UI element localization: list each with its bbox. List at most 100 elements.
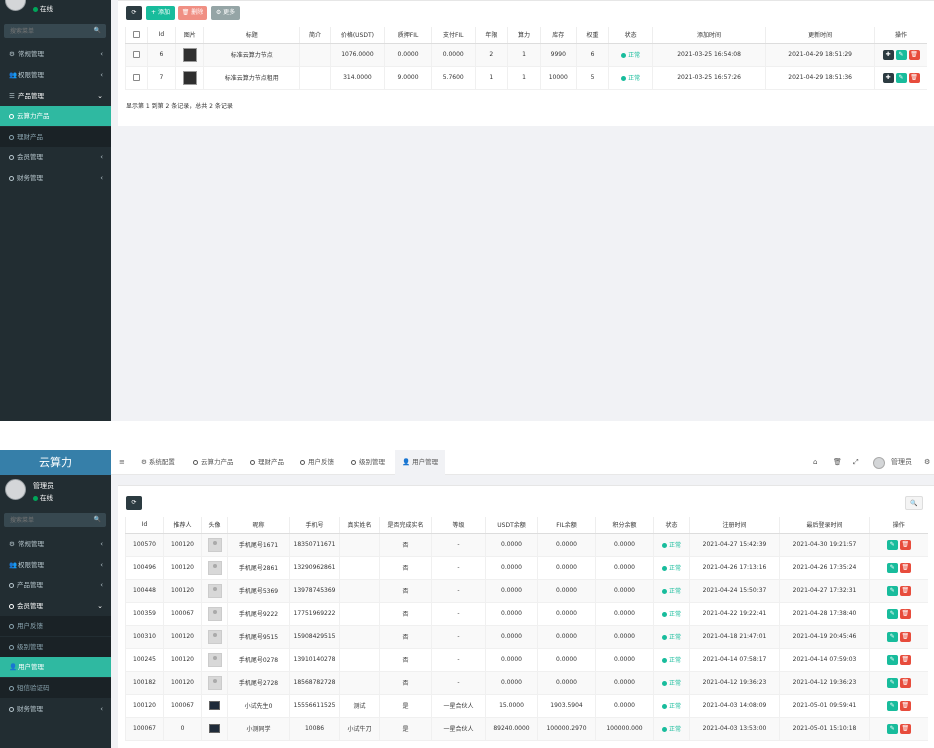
menu-product[interactable]: ☰ 产品管理 ⌄ <box>0 86 111 106</box>
select-all-checkbox[interactable] <box>125 27 148 44</box>
checkbox[interactable] <box>132 51 140 58</box>
user-avatar[interactable] <box>207 629 222 644</box>
app-logo[interactable]: 云算力 <box>0 450 111 475</box>
edit-icon[interactable]: ✎ <box>886 654 898 665</box>
add-button[interactable]: + 添加 <box>146 6 175 20</box>
trash-icon[interactable]: 🗑 <box>899 608 911 619</box>
cell-level: - <box>431 648 486 672</box>
cell-last: 2021-04-26 17:35:24 <box>779 556 870 580</box>
user-avatar[interactable] <box>207 652 222 667</box>
edit-icon[interactable]: ✎ <box>886 723 898 734</box>
table-row[interactable]: 100310 100120 手机尾号9515 15908429515 否 -0.0000 0… <box>125 625 928 649</box>
product-thumbnail[interactable] <box>182 47 197 62</box>
menu-permission[interactable]: 👥权限管理 ‹ <box>0 555 111 575</box>
user-avatar[interactable] <box>207 560 222 575</box>
user-avatar[interactable] <box>209 724 220 733</box>
move-icon[interactable]: ✚ <box>882 49 894 60</box>
product-thumbnail[interactable] <box>182 70 197 85</box>
menu-product[interactable]: 产品管理 ‹ <box>0 575 111 595</box>
table-row[interactable]: 100120 100067 小试先生0 15556611525 测试是一星合伙人 15.0… <box>125 694 928 718</box>
chevron-left-icon: ‹ <box>100 561 103 569</box>
table-row[interactable]: 100359 100067 手机尾号9222 17751969222 否 -0.0000 0… <box>125 602 928 626</box>
trash-icon[interactable]: 🗑 <box>899 585 911 596</box>
cell-phone: 15556611525 <box>289 694 340 718</box>
menu-users[interactable]: 👤用户管理 <box>0 657 111 677</box>
menu-general[interactable]: ⚙ 常规管理 ‹ <box>0 534 111 554</box>
edit-icon[interactable]: ✎ <box>895 49 907 60</box>
trash-icon[interactable]: 🗑 <box>899 700 911 711</box>
table-row[interactable]: 100182 100120 手机尾号2728 18568782728 否 -0.0000 0… <box>125 671 928 695</box>
cell-nick: 手机尾号0278 <box>227 648 290 672</box>
menu-feedback[interactable]: 用户反馈 <box>0 616 111 636</box>
edit-icon[interactable]: ✎ <box>886 585 898 596</box>
refresh-button[interactable]: ⟳ <box>126 6 142 20</box>
search-toggle-button[interactable]: 🔍 <box>905 496 923 510</box>
menu-search[interactable]: 🔍 <box>4 24 106 38</box>
menu-general[interactable]: ⚙ 常规管理 ‹ <box>0 44 111 64</box>
trash-icon[interactable]: 🗑 <box>908 72 920 83</box>
table-row[interactable]: 6 标准云算力节点 1076.0000 0.0000 0.0000 2 1 99… <box>125 43 927 67</box>
cell-phone: 13978745369 <box>289 579 340 603</box>
trash-icon[interactable]: 🗑 <box>899 654 911 665</box>
cell-fil: 0.0000 <box>537 556 596 580</box>
table-row[interactable]: 100245 100120 手机尾号0278 13910140278 否 -0.0000 0… <box>125 648 928 672</box>
trash-icon[interactable]: 🗑 <box>908 49 920 60</box>
user-table-body: 100570 100120 手机尾号1671 18350711671 否 -0.0000 0… <box>125 533 928 741</box>
column-header: 年限 <box>474 27 508 44</box>
cell-verified: 否 <box>379 556 432 580</box>
cell-last: 2021-04-28 17:38:40 <box>779 602 870 626</box>
trash-icon[interactable]: 🗑 <box>899 631 911 642</box>
table-row[interactable]: 100570 100120 手机尾号1671 18350711671 否 -0.0000 0… <box>125 533 928 557</box>
table-row[interactable]: 100448 100120 手机尾号5369 13978745369 否 -0.0000 0… <box>125 579 928 603</box>
table-row[interactable]: 100496 100120 手机尾号2861 13290962861 否 -0.0000 0… <box>125 556 928 580</box>
menu-search-input[interactable] <box>4 24 106 38</box>
edit-icon[interactable]: ✎ <box>886 562 898 573</box>
menu-sms[interactable]: 短信验证码 <box>0 678 111 698</box>
edit-icon[interactable]: ✎ <box>886 677 898 688</box>
trash-icon[interactable]: 🗑 <box>899 539 911 550</box>
cell-title: 标准云算力节点租用 <box>203 66 300 90</box>
column-header[interactable]: Id <box>125 517 164 534</box>
trash-icon[interactable]: 🗑 <box>899 723 911 734</box>
menu-finance[interactable]: 财务管理 ‹ <box>0 699 111 719</box>
row-checkbox-cell[interactable] <box>125 66 148 90</box>
user-avatar[interactable] <box>207 606 222 621</box>
table-row[interactable]: 100067 0 小测同学 10086 小试牛刀是一星合伙人 89240.0000 1000… <box>125 717 928 741</box>
status-dot-icon <box>661 543 667 548</box>
cell-avatar <box>201 625 228 649</box>
menu-cloud-product[interactable]: 云算力产品 <box>0 106 111 126</box>
user-avatar[interactable] <box>207 537 222 552</box>
column-header[interactable]: Id <box>146 27 176 44</box>
refresh-button[interactable]: ⟳ <box>126 496 142 510</box>
trash-icon[interactable]: 🗑 <box>899 677 911 688</box>
edit-icon[interactable]: ✎ <box>886 539 898 550</box>
edit-icon[interactable]: ✎ <box>886 700 898 711</box>
menu-permission[interactable]: 👥权限管理 ‹ <box>0 65 111 85</box>
user-avatar[interactable] <box>209 701 220 710</box>
cell-image <box>175 43 204 67</box>
user-avatar[interactable] <box>207 675 222 690</box>
delete-button[interactable]: 🗑 删除 <box>178 6 207 20</box>
menu-finance-product[interactable]: 理财产品 <box>0 127 111 147</box>
menu-search-input[interactable] <box>4 513 106 527</box>
menu-member[interactable]: 会员管理 ‹ <box>0 147 111 167</box>
checkbox[interactable] <box>132 74 140 81</box>
menu-label: 权限管理 <box>18 561 44 569</box>
menu-finance[interactable]: 财务管理 ‹ <box>0 168 111 188</box>
cell-added: 2021-03-25 16:54:08 <box>651 43 766 67</box>
cell-ref: 100120 <box>163 533 202 557</box>
menu-level[interactable]: 级别管理 <box>0 637 111 657</box>
row-checkbox-cell[interactable] <box>125 43 148 67</box>
edit-icon[interactable]: ✎ <box>886 608 898 619</box>
table-row[interactable]: 7 标准云算力节点租用 314.0000 9.0000 5.7600 1 1 1… <box>125 66 927 90</box>
edit-icon[interactable]: ✎ <box>895 72 907 83</box>
move-icon[interactable]: ✚ <box>882 72 894 83</box>
user-avatar[interactable] <box>207 583 222 598</box>
menu-member[interactable]: 会员管理 ⌄ <box>0 596 111 616</box>
checkbox[interactable] <box>132 31 140 39</box>
more-button[interactable]: ⚙ 更多 <box>211 6 240 20</box>
circle-icon <box>9 154 14 160</box>
trash-icon[interactable]: 🗑 <box>899 562 911 573</box>
menu-search[interactable]: 🔍 <box>4 513 106 527</box>
edit-icon[interactable]: ✎ <box>886 631 898 642</box>
